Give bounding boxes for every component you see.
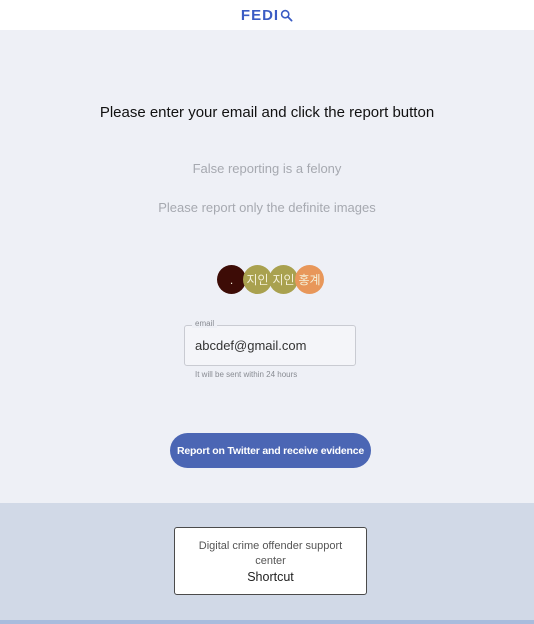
reported-accounts-avatars: . 지인 지인 홍계	[217, 265, 327, 295]
avatar: 지인	[269, 265, 298, 294]
report-panel: Please enter your email and click the re…	[0, 30, 534, 503]
email-input[interactable]	[185, 326, 355, 365]
email-helper-text: It will be sent within 24 hours	[195, 370, 298, 379]
support-center-shortcut-button[interactable]: Digital crime offender support center Sh…	[174, 527, 367, 595]
support-center-shortcut-label: Shortcut	[247, 569, 294, 584]
avatar-label: .	[229, 272, 234, 287]
avatar-label: 지인	[272, 273, 295, 287]
logo[interactable]: FEDI	[241, 7, 293, 24]
footer-bottom-strip	[0, 620, 534, 624]
false-report-warning: False reporting is a felony	[192, 161, 342, 176]
email-field-container: email	[184, 319, 356, 366]
avatar-label: 홍계	[298, 273, 321, 287]
logo-text: FEDI	[240, 6, 280, 24]
support-center-title: Digital crime offender support center	[198, 539, 343, 567]
report-button[interactable]: Report on Twitter and receive evidence	[170, 433, 371, 468]
footer: Digital crime offender support center Sh…	[0, 503, 534, 620]
definite-images-notice: Please report only the definite images	[158, 200, 376, 215]
header-bar: FEDI	[0, 0, 534, 30]
avatar: 지인	[243, 265, 272, 294]
page-title: Please enter your email and click the re…	[99, 104, 435, 121]
avatar: 홍계	[295, 265, 324, 294]
magnifier-icon	[280, 9, 293, 22]
avatar-label: 지인	[246, 273, 269, 287]
avatar: .	[217, 265, 246, 294]
